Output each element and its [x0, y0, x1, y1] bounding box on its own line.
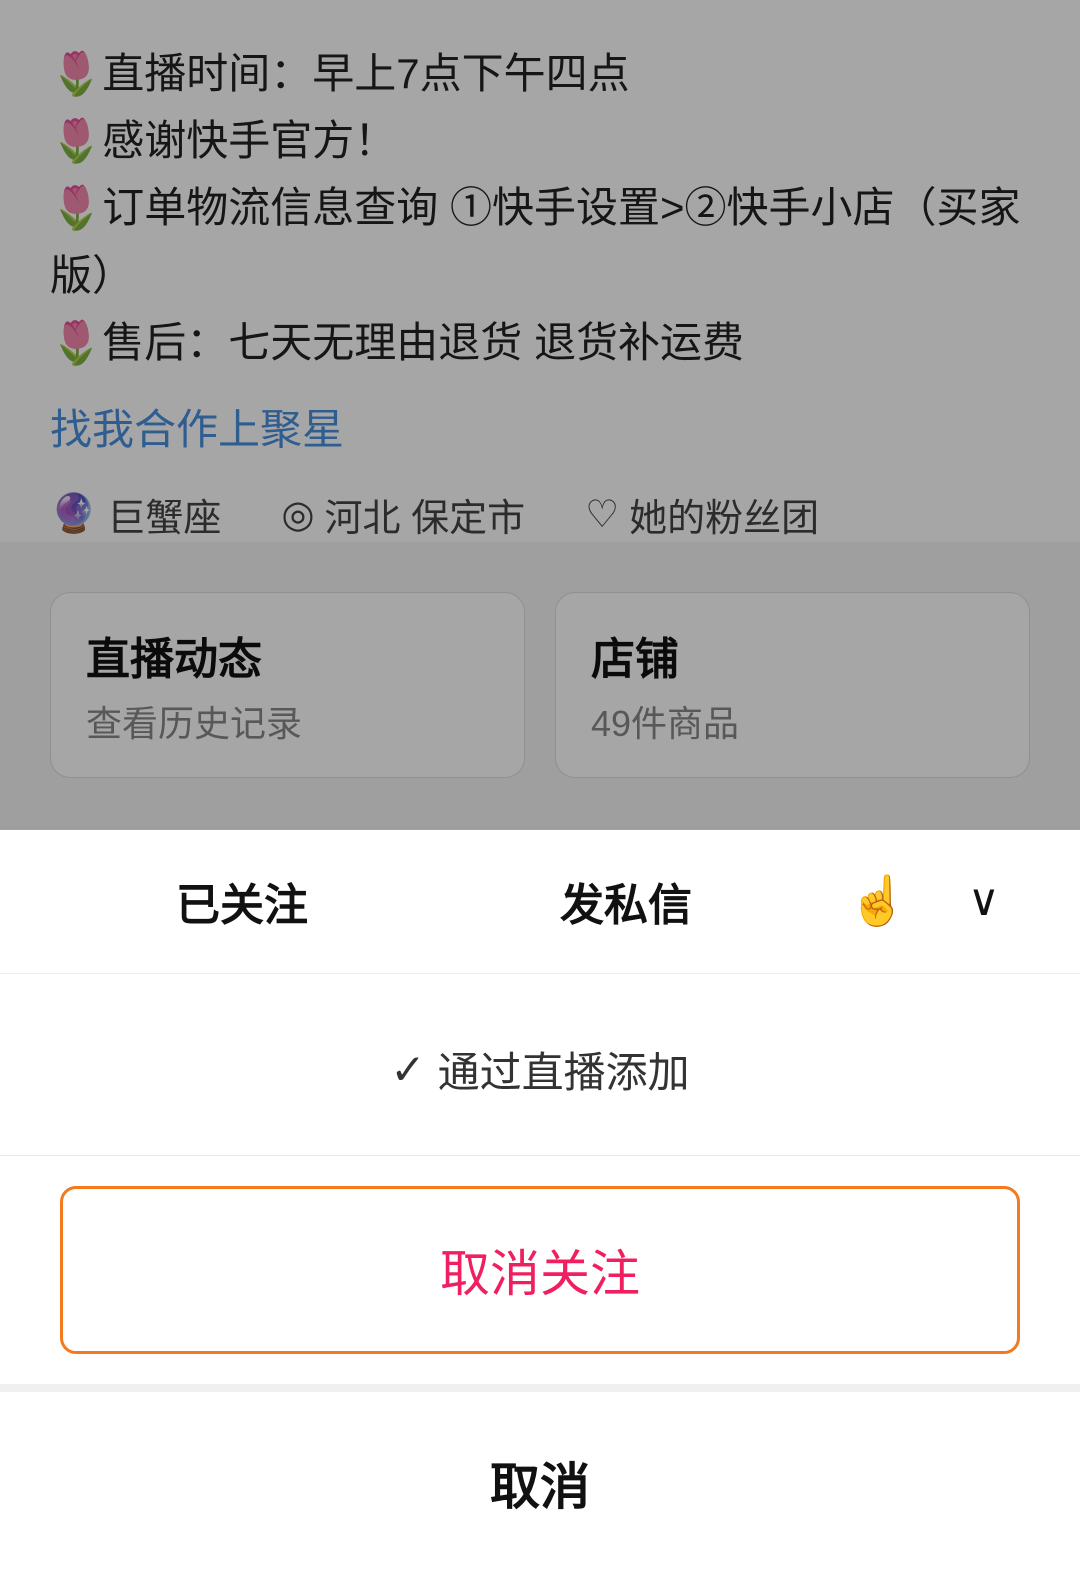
more-chevron[interactable]: ∨ — [938, 855, 1030, 946]
follow-source-label: 通过直播添加 — [438, 1039, 690, 1100]
check-icon: ✓ — [390, 1045, 425, 1094]
follow-button[interactable]: 已关注 — [50, 849, 434, 953]
message-button[interactable]: 发私信 — [434, 849, 818, 953]
action-bar: 已关注 发私信 ☝ ∨ — [0, 828, 1080, 974]
follow-source-option: ✓ 通过直播添加 — [0, 984, 1080, 1156]
profile-page: 🌷直播时间：早上7点下午四点 🌷感谢快手官方！ 🌷订单物流信息查询 ①快手设置>… — [0, 0, 1080, 1574]
unfollow-btn-row: 取消关注 — [0, 1156, 1080, 1392]
gesture-icon[interactable]: ☝ — [818, 852, 938, 949]
bottom-sheet: ✓ 通过直播添加 取消关注 取消 — [0, 984, 1080, 1574]
dim-overlay — [0, 0, 1080, 830]
cancel-button[interactable]: 取消 — [490, 1447, 590, 1519]
cancel-row: 取消 — [0, 1392, 1080, 1574]
unfollow-button[interactable]: 取消关注 — [60, 1186, 1020, 1354]
